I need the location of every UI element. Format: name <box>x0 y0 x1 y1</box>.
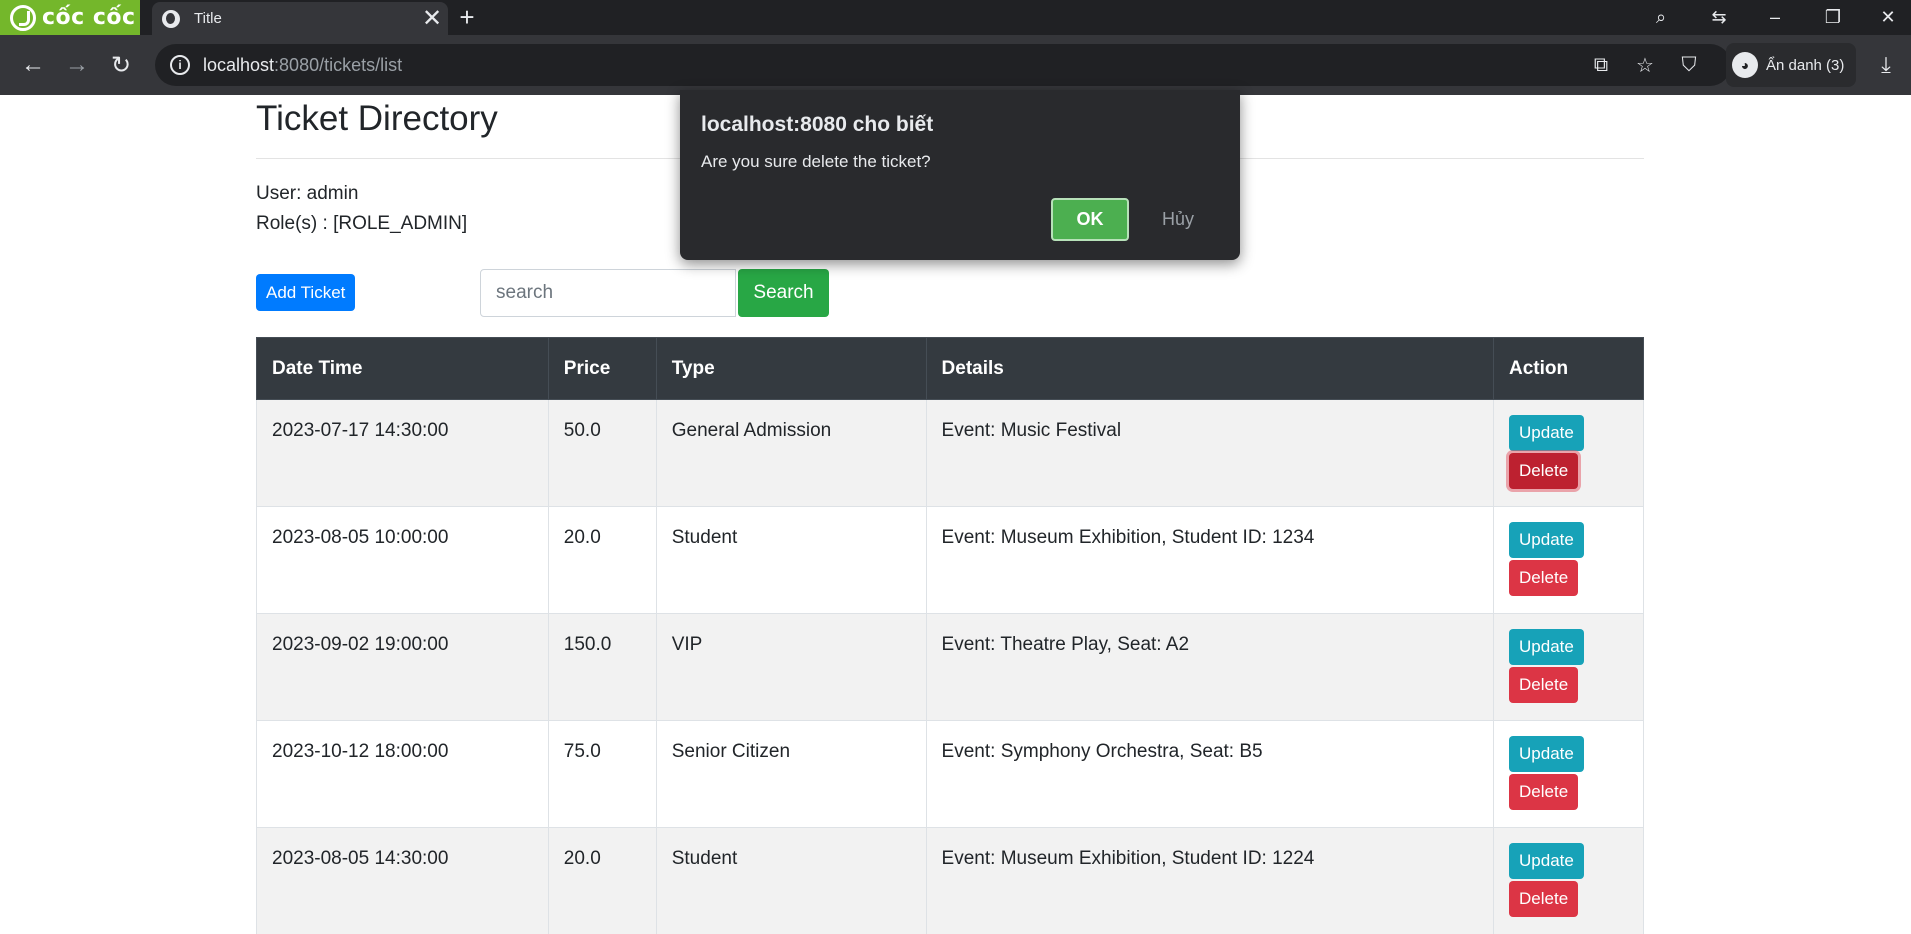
search-tabs-icon[interactable]: ⌕ <box>1638 0 1684 35</box>
download-icon[interactable]: ⤓ <box>1868 47 1904 83</box>
tickets-table: Date Time Price Type Details Action 2023… <box>256 337 1644 934</box>
bookmark-star-icon[interactable]: ☆ <box>1625 44 1665 86</box>
profile-label: Ẩn danh (3) <box>1766 56 1845 74</box>
cell-type: General Admission <box>655 399 927 507</box>
update-button[interactable]: Update <box>1509 629 1584 665</box>
coccoc-logo-icon <box>10 4 36 31</box>
table-row: 2023-09-02 19:00:00 150.0 VIP Event: The… <box>256 613 1644 721</box>
delete-button[interactable]: Delete <box>1509 774 1579 810</box>
delete-button[interactable]: Delete <box>1509 667 1579 703</box>
cell-action: Update Delete <box>1493 613 1644 721</box>
reload-icon[interactable]: ↻ <box>103 47 139 83</box>
delete-button[interactable]: Delete <box>1509 560 1579 596</box>
forward-icon[interactable]: → <box>59 47 95 83</box>
search-button[interactable]: Search <box>738 269 829 317</box>
user-info: User: admin <box>256 183 359 204</box>
cell-type: Student <box>655 506 927 614</box>
incognito-icon: ◕ <box>1732 52 1758 78</box>
url-path: :8080/tickets/list <box>274 54 403 75</box>
page-title: Ticket Directory <box>256 99 498 138</box>
cell-action: Update Delete <box>1493 720 1644 828</box>
add-ticket-button[interactable]: Add Ticket <box>256 274 356 311</box>
browser-toolbar: ← → ↻ i localhost:8080/tickets/list ⧉ ☆ … <box>0 35 1911 95</box>
delete-button[interactable]: Delete <box>1509 453 1579 489</box>
cell-type: Senior Citizen <box>655 720 927 828</box>
cell-date-time: 2023-10-12 18:00:00 <box>256 720 549 828</box>
cell-price: 20.0 <box>547 827 657 934</box>
search-input[interactable] <box>480 269 736 317</box>
site-info-icon[interactable]: i <box>170 55 190 75</box>
translate-icon[interactable]: ⧉ <box>1581 44 1621 86</box>
restore-icon[interactable]: ❐ <box>1810 0 1856 35</box>
cell-details: Event: Museum Exhibition, Student ID: 12… <box>925 827 1495 934</box>
cell-action: Update Delete <box>1493 827 1644 934</box>
brand-name: cốc cốc <box>42 5 136 30</box>
cell-details: Event: Symphony Orchestra, Seat: B5 <box>925 720 1495 828</box>
table-row: 2023-08-05 14:30:00 20.0 Student Event: … <box>256 827 1644 934</box>
update-button[interactable]: Update <box>1509 843 1584 879</box>
header-type: Type <box>655 337 927 400</box>
close-window-icon[interactable]: ✕ <box>1865 0 1911 35</box>
cell-details: Event: Theatre Play, Seat: A2 <box>925 613 1495 721</box>
header-price: Price <box>547 337 657 400</box>
shield-icon[interactable]: ⛉ <box>1669 44 1709 86</box>
cell-date-time: 2023-07-17 14:30:00 <box>256 399 549 507</box>
cell-price: 75.0 <box>547 720 657 828</box>
cell-date-time: 2023-08-05 14:30:00 <box>256 827 549 934</box>
dialog-ok-button[interactable]: OK <box>1051 198 1129 241</box>
header-details: Details <box>925 337 1495 400</box>
table-row: 2023-07-17 14:30:00 50.0 General Admissi… <box>256 399 1644 507</box>
minimize-icon[interactable]: – <box>1752 0 1798 35</box>
update-button[interactable]: Update <box>1509 736 1584 772</box>
tab-switch-icon[interactable]: ⇆ <box>1696 0 1742 35</box>
cell-details: Event: Music Festival <box>925 399 1495 507</box>
delete-button[interactable]: Delete <box>1509 881 1579 917</box>
cell-date-time: 2023-09-02 19:00:00 <box>256 613 549 721</box>
confirm-dialog: localhost:8080 cho biết Are you sure del… <box>680 90 1240 260</box>
url-text[interactable]: localhost:8080/tickets/list <box>203 55 402 76</box>
globe-icon <box>162 9 180 28</box>
tab-title: Title <box>194 10 222 27</box>
tab-close-icon[interactable]: ✕ <box>416 4 448 34</box>
dialog-title: localhost:8080 cho biết <box>701 113 934 136</box>
header-date-time: Date Time <box>256 337 549 400</box>
incognito-profile-button[interactable]: ◕ Ẩn danh (3) <box>1726 43 1856 87</box>
new-tab-button[interactable]: + <box>455 2 479 32</box>
role-info: Role(s) : [ROLE_ADMIN] <box>256 213 468 234</box>
dialog-message: Are you sure delete the ticket? <box>701 152 931 171</box>
cell-type: Student <box>655 827 927 934</box>
cell-details: Event: Museum Exhibition, Student ID: 12… <box>925 506 1495 614</box>
browser-brand[interactable]: cốc cốc <box>0 0 140 35</box>
cell-price: 20.0 <box>547 506 657 614</box>
cell-date-time: 2023-08-05 10:00:00 <box>256 506 549 614</box>
table-row: 2023-10-12 18:00:00 75.0 Senior Citizen … <box>256 720 1644 828</box>
url-host: localhost <box>203 54 275 75</box>
cell-price: 150.0 <box>547 613 657 721</box>
back-icon[interactable]: ← <box>15 47 51 83</box>
cell-action: Update Delete <box>1493 506 1644 614</box>
table-header-row: Date Time Price Type Details Action <box>256 337 1644 400</box>
update-button[interactable]: Update <box>1509 522 1584 558</box>
address-bar[interactable]: i localhost:8080/tickets/list ⧉ ☆ ⛉ <box>155 44 1731 86</box>
header-action: Action <box>1493 337 1644 400</box>
cell-action: Update Delete <box>1493 399 1644 507</box>
table-row: 2023-08-05 10:00:00 20.0 Student Event: … <box>256 506 1644 614</box>
cell-type: VIP <box>655 613 927 721</box>
browser-tab[interactable]: Title ✕ <box>152 2 448 35</box>
cell-price: 50.0 <box>547 399 657 507</box>
dialog-cancel-button[interactable]: Hủy <box>1139 198 1217 241</box>
update-button[interactable]: Update <box>1509 415 1584 451</box>
browser-tabstrip: cốc cốc Title ✕ + ⌕ ⇆ – ❐ ✕ <box>0 0 1911 35</box>
